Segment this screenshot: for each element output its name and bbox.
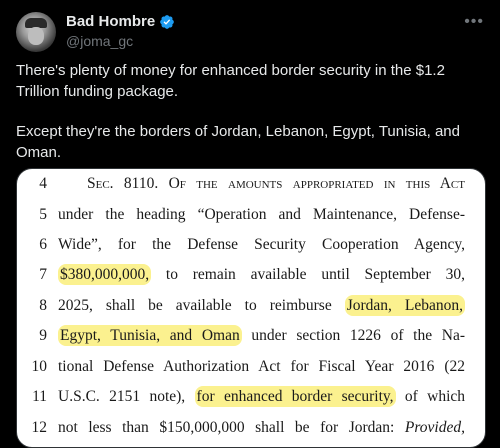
bill-line: 5 under the heading “Operation and Mainte… xyxy=(17,202,485,232)
bill-line-number: 10 xyxy=(31,358,48,375)
bill-line: 4 Sec. 8110. Of the amounts appropriated … xyxy=(17,171,485,201)
bill-text-segment: under section 1226 of the Na- xyxy=(241,327,466,344)
tweet-paragraph-1: There's plenty of money for enhanced bor… xyxy=(16,62,445,100)
bill-line-text: not less than $150,000,000 shall be for … xyxy=(58,419,465,437)
author-name-row: Bad Hombre xyxy=(66,13,175,30)
bill-line-text: $380,000,000, to remain available until … xyxy=(58,264,465,285)
bill-line: 6 Wide”, for the Defense Security Coopera… xyxy=(17,232,485,262)
highlighted-text: Jordan, Lebanon, xyxy=(344,295,465,316)
tweet-paragraph-2: Except they're the borders of Jordan, Le… xyxy=(16,123,460,161)
verified-badge-icon xyxy=(160,14,175,29)
bill-text-segment: U.S.C. 2151 note), xyxy=(58,388,195,405)
bill-excerpt-image[interactable]: 4 Sec. 8110. Of the amounts appropriated … xyxy=(16,168,486,448)
bill-text-segment: not less than $150,000,000 shall be for … xyxy=(58,419,405,436)
bill-text-segment: of which xyxy=(395,388,466,405)
bill-line-text: Wide”, for the Defense Security Cooperat… xyxy=(58,236,465,254)
bill-text-segment: under the heading “Operation and Mainten… xyxy=(58,206,465,223)
bill-text-segment: tional Defense Authorization Act for Fis… xyxy=(58,358,465,375)
bill-text-segment: to remain available until September 30, xyxy=(151,266,465,283)
author-handle[interactable]: @joma_gc xyxy=(66,33,133,49)
bill-line: 8 2025, shall be available to reimburse J… xyxy=(17,293,485,323)
avatar[interactable] xyxy=(16,12,56,52)
bill-line-number: 7 xyxy=(39,266,47,283)
bill-line-text: Egypt, Tunisia, and Oman under section 1… xyxy=(58,325,466,346)
bill-line-number: 11 xyxy=(32,388,47,405)
bill-line-number: 4 xyxy=(39,175,47,192)
bill-text-segment: 2025, shall be available to reimburse xyxy=(58,297,345,314)
bill-line: 7 $380,000,000, to remain available until… xyxy=(17,262,485,292)
highlighted-text: Egypt, Tunisia, and Oman xyxy=(58,325,242,346)
bill-line-number: 9 xyxy=(39,327,47,344)
bill-line-text: Sec. 8110. Of the amounts appropriated i… xyxy=(87,175,465,193)
avatar-face xyxy=(28,27,44,45)
bill-line-number: 5 xyxy=(39,206,47,223)
bill-line-text: under the heading “Operation and Mainten… xyxy=(58,206,465,224)
more-horizontal-icon[interactable]: ••• xyxy=(464,13,484,31)
bill-line-number: 12 xyxy=(31,419,48,436)
bill-line-text: 2025, shall be available to reimburse Jo… xyxy=(58,295,465,316)
bill-line-text: tional Defense Authorization Act for Fis… xyxy=(58,358,465,376)
bill-text-segment: Sec. 8110. Of the amounts appropriated i… xyxy=(87,175,465,192)
display-name[interactable]: Bad Hombre xyxy=(66,13,155,30)
bill-text-segment: Provided, xyxy=(404,419,465,436)
bill-line-text: U.S.C. 2151 note), for enhanced border s… xyxy=(58,386,466,407)
bill-line: 9 Egypt, Tunisia, and Oman under section … xyxy=(17,323,485,353)
highlighted-text: $380,000,000, xyxy=(58,264,152,285)
bill-line: 10 tional Defense Authorization Act for F… xyxy=(17,354,485,384)
tweet-text: There's plenty of money for enhanced bor… xyxy=(16,60,486,163)
bill-line-number: 8 xyxy=(39,297,47,314)
bill-line: 12 not less than $150,000,000 shall be fo… xyxy=(17,415,485,445)
bill-line-number: 6 xyxy=(39,236,47,253)
bill-text-segment: Wide”, for the Defense Security Cooperat… xyxy=(58,236,465,253)
bill-line: 11 U.S.C. 2151 note), for enhanced border… xyxy=(17,384,485,414)
highlighted-text: for enhanced border security, xyxy=(194,386,396,407)
